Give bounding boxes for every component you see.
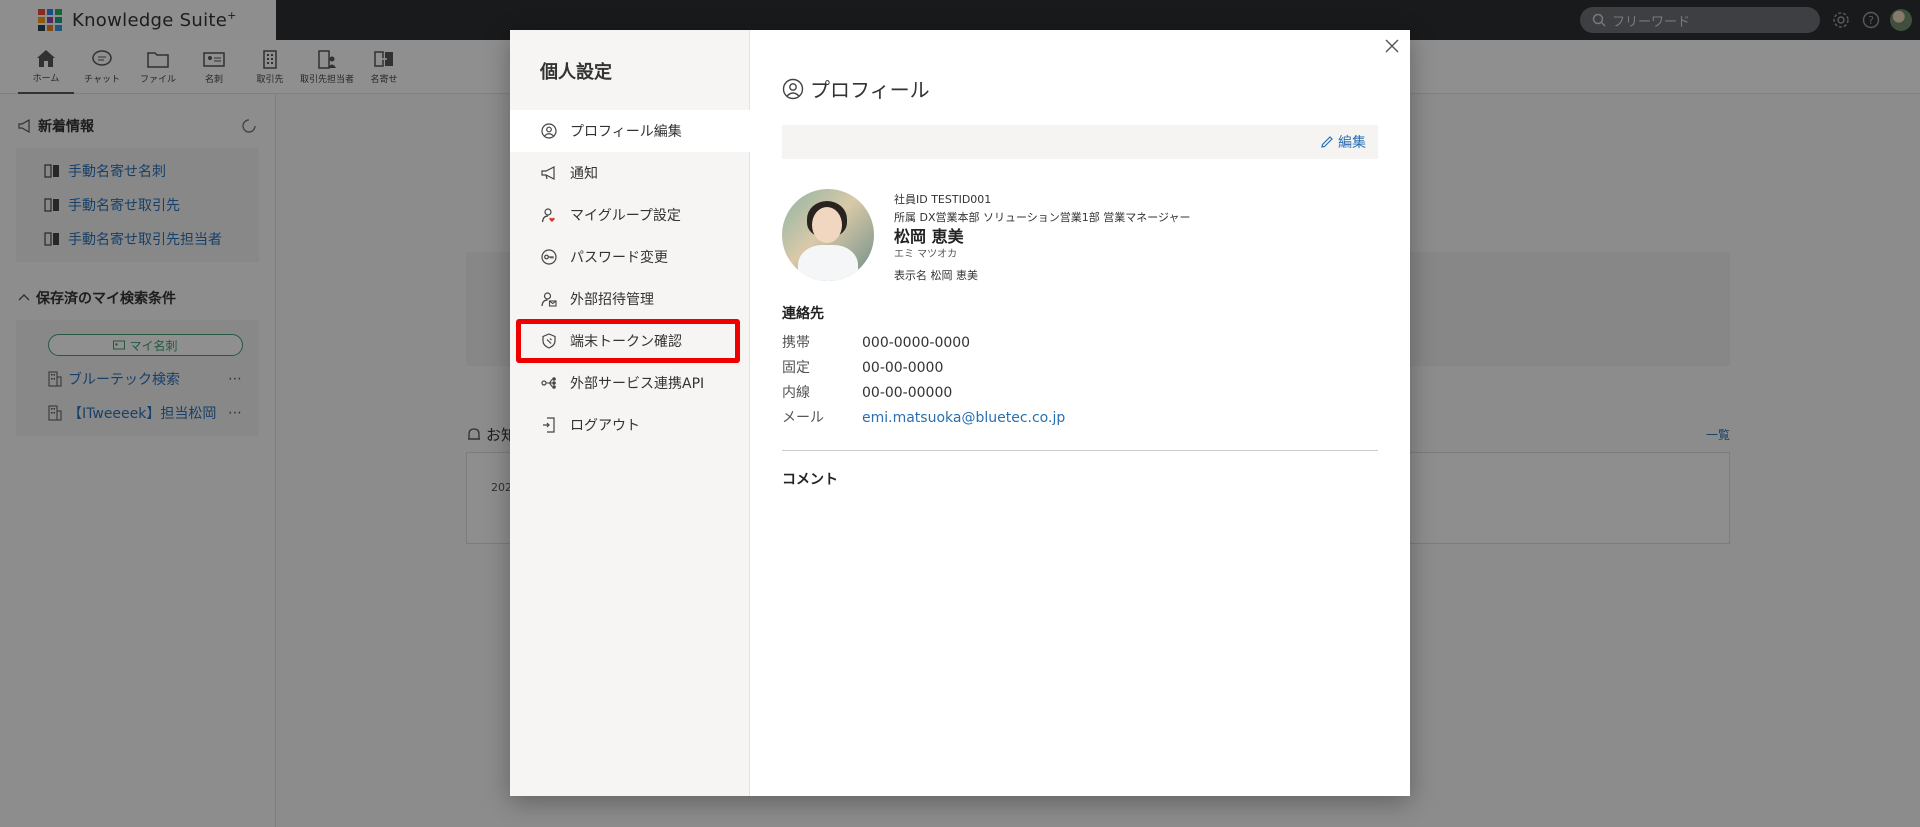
key-icon [540, 248, 558, 266]
edit-button[interactable]: 編集 [1320, 132, 1366, 152]
pencil-icon [1321, 136, 1333, 148]
user-mail-icon [540, 290, 558, 308]
menu-item-external-api[interactable]: 外部サービス連携API [510, 362, 749, 404]
contact-list: 携帯 000-0000-0000 固定 00-00-0000 内線 00-00-… [782, 335, 1378, 426]
user-heart-icon [540, 206, 558, 224]
display-name: 表示名 松岡 恵美 [894, 269, 978, 282]
user-circle-icon [540, 122, 558, 140]
menu-item-logout[interactable]: ログアウト [510, 404, 749, 446]
menu-item-password[interactable]: パスワード変更 [510, 236, 749, 278]
department: 所属 DX営業本部 ソリューション営業1部 営業マネージャー [894, 211, 1191, 224]
email-link[interactable]: emi.matsuoka@bluetec.co.jp [862, 410, 1065, 426]
profile-summary: 社員ID TESTID001 所属 DX営業本部 ソリューション営業1部 営業マ… [782, 189, 1378, 287]
network-icon [540, 374, 558, 392]
profile-kana: エミ マツオカ [894, 249, 958, 260]
profile-panel: プロフィール 編集 社員ID TESTID001 所属 DX営業本部 ソリューシ… [750, 30, 1410, 796]
contact-row-landline: 固定 00-00-0000 [782, 360, 944, 376]
close-icon[interactable] [1382, 36, 1402, 56]
menu-item-my-group[interactable]: マイグループ設定 [510, 194, 749, 236]
edit-bar: 編集 [782, 125, 1378, 159]
menu-item-device-token[interactable]: 端末トークン確認 [510, 319, 749, 363]
comment-section-title: コメント [782, 472, 838, 488]
settings-menu: プロフィール編集 通知 マイグループ設定 パスワード変更 外部招待管理 端末トー… [510, 110, 750, 446]
section-divider [782, 450, 1378, 451]
contact-row-email: メール emi.matsuoka@bluetec.co.jp [782, 410, 1066, 426]
profile-photo [782, 189, 874, 281]
shield-icon [540, 332, 558, 350]
personal-settings-modal: 個人設定 プロフィール編集 通知 マイグループ設定 パスワード変更 外部招待管理… [510, 30, 1410, 796]
contact-section-title: 連絡先 [782, 306, 824, 322]
contact-row-mobile: 携帯 000-0000-0000 [782, 335, 971, 351]
menu-item-external-invite[interactable]: 外部招待管理 [510, 278, 749, 320]
modal-title: 個人設定 [540, 62, 612, 83]
employee-id: 社員ID TESTID001 [894, 193, 992, 206]
settings-sidebar: 個人設定 プロフィール編集 通知 マイグループ設定 パスワード変更 外部招待管理… [510, 30, 750, 796]
megaphone-icon [540, 164, 558, 182]
user-circle-icon [782, 78, 804, 99]
profile-name: 松岡 恵美 [894, 227, 964, 246]
logout-icon [540, 416, 558, 434]
profile-heading: プロフィール [782, 74, 1378, 103]
menu-item-profile-edit[interactable]: プロフィール編集 [510, 110, 750, 152]
contact-row-extension: 内線 00-00-00000 [782, 385, 953, 401]
menu-item-notification[interactable]: 通知 [510, 152, 749, 194]
